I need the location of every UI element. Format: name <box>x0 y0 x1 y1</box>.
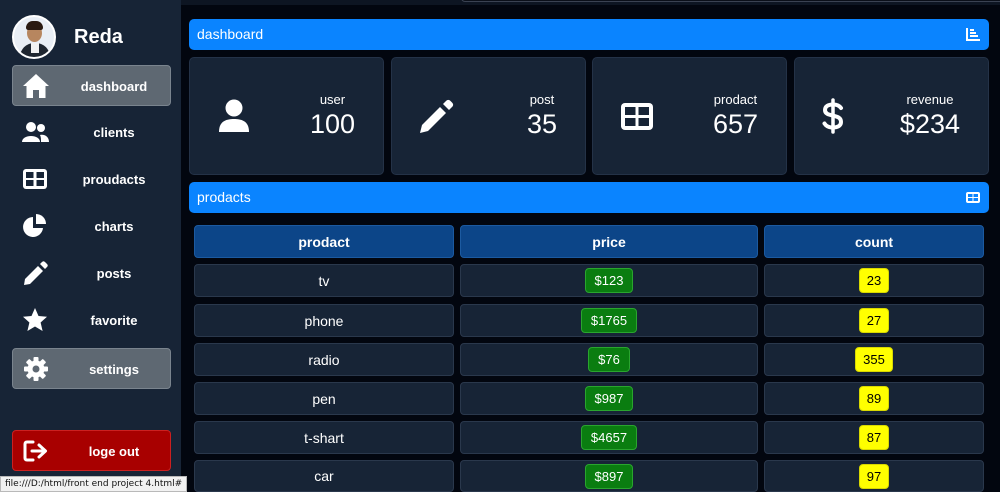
sidebar-item-label: dashboard <box>80 79 148 94</box>
gear-icon <box>24 357 48 381</box>
pie-chart-icon <box>23 214 46 237</box>
price-badge: $987 <box>584 386 634 411</box>
stat-label: prodact <box>713 92 758 107</box>
stat-value: $234 <box>899 109 960 139</box>
table-cell-name: radio <box>194 343 454 376</box>
sidebar-item-label: charts <box>94 219 134 234</box>
table-cell-price: $897 <box>460 460 758 492</box>
table-cell-name: phone <box>194 304 454 337</box>
pencil-icon <box>24 261 48 285</box>
count-badge: 89 <box>858 386 890 411</box>
table-cell-name: t-shart <box>194 421 454 454</box>
profile: Reda <box>12 15 123 59</box>
table-cell-name: pen <box>194 382 454 415</box>
table-icon <box>23 169 47 189</box>
stat-value: 100 <box>309 109 355 139</box>
table-cell-name: car <box>194 460 454 492</box>
price-badge: $76 <box>588 347 630 372</box>
products-header: prodacts <box>189 182 989 213</box>
price-badge: $897 <box>584 463 634 489</box>
column-header-price[interactable]: price <box>460 225 758 258</box>
sidebar-item-label: proudacts <box>82 172 146 187</box>
star-icon <box>23 308 47 331</box>
dashboard-title: dashboard <box>197 26 264 42</box>
stat-card-post: post 35 <box>391 57 586 175</box>
table-cell-count: 89 <box>764 382 984 415</box>
logout-label: loge out <box>88 444 140 459</box>
table-cell-count: 355 <box>764 343 984 376</box>
stat-label: revenue <box>906 92 954 107</box>
count-badge: 23 <box>858 268 890 293</box>
sidebar-item-charts[interactable]: charts <box>12 206 171 247</box>
sidebar-item-label: favorite <box>90 313 138 328</box>
sidebar-item-posts[interactable]: posts <box>12 253 171 294</box>
column-header-count[interactable]: count <box>764 225 984 258</box>
table-cell-name: tv <box>194 264 454 297</box>
user-icon <box>219 99 249 132</box>
column-header-prodact[interactable]: prodact <box>194 225 454 258</box>
stat-card-user: user 100 <box>189 57 384 175</box>
logout-button[interactable]: loge out <box>12 430 171 471</box>
stat-card-prodact: prodact 657 <box>592 57 787 175</box>
sidebar-item-label: settings <box>89 362 139 377</box>
price-badge: $1765 <box>580 308 638 333</box>
table-cell-price: $123 <box>460 264 758 297</box>
table-cell-count: 23 <box>764 264 984 297</box>
price-badge: $123 <box>584 268 634 293</box>
table-icon <box>621 103 653 130</box>
sidebar-item-settings[interactable]: settings <box>12 348 171 389</box>
top-scroll-pill <box>461 0 1000 2</box>
users-icon <box>22 122 49 142</box>
price-badge: $4657 <box>580 425 638 450</box>
table-cell-price: $1765 <box>460 304 758 337</box>
sidebar-item-proudacts[interactable]: proudacts <box>12 159 171 200</box>
sidebar-item-favorite[interactable]: favorite <box>12 300 171 341</box>
sidebar-item-label: posts <box>96 266 132 281</box>
sidebar: Reda dashboard clients proudacts charts … <box>0 0 181 492</box>
count-badge: 27 <box>858 308 890 333</box>
sidebar-item-clients[interactable]: clients <box>12 112 171 153</box>
table-cell-count: 97 <box>764 460 984 492</box>
profile-name: Reda <box>74 25 123 48</box>
stat-label: post <box>529 92 555 107</box>
dashboard-header: dashboard <box>189 19 989 50</box>
sign-out-icon <box>23 440 47 462</box>
count-badge: 87 <box>858 425 890 450</box>
stat-label: user <box>319 92 346 107</box>
status-bar-url: file:///D:/html/front end project 4.html… <box>0 476 188 492</box>
table-cell-count: 27 <box>764 304 984 337</box>
dollar-icon <box>822 98 844 134</box>
table-cell-price: $987 <box>460 382 758 415</box>
window-top-edge <box>181 0 1000 5</box>
sidebar-item-dashboard[interactable]: dashboard <box>12 65 171 106</box>
count-badge: 355 <box>855 347 893 372</box>
bar-chart-icon <box>966 28 980 41</box>
stat-card-revenue: revenue $234 <box>794 57 989 175</box>
stat-value: 657 <box>712 109 758 139</box>
home-icon <box>23 74 49 98</box>
avatar[interactable] <box>12 15 56 59</box>
table-cell-count: 87 <box>764 421 984 454</box>
products-title: prodacts <box>197 189 251 205</box>
table-cell-price: $76 <box>460 343 758 376</box>
table-icon <box>966 192 980 203</box>
table-cell-price: $4657 <box>460 421 758 454</box>
stat-value: 35 <box>526 109 557 139</box>
pencil-icon <box>420 99 454 133</box>
count-badge: 97 <box>858 463 890 489</box>
sidebar-item-label: clients <box>93 125 135 140</box>
